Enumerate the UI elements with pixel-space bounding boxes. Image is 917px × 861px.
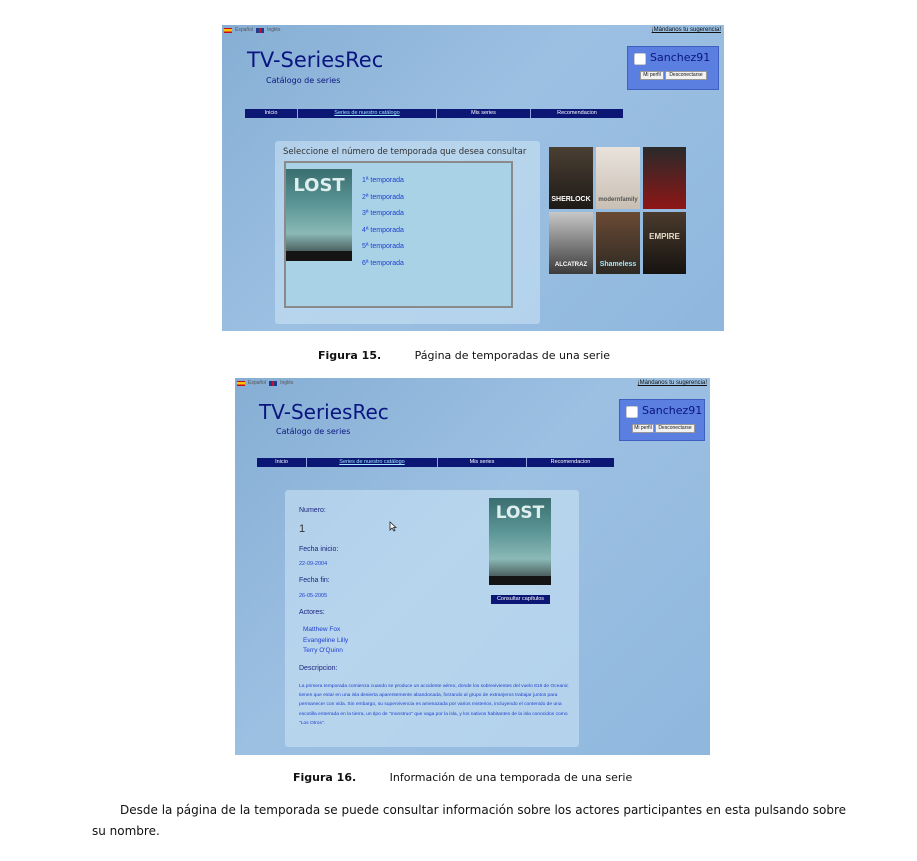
suggestion-link[interactable]: ¡Mándanos tu sugerencia! [638,380,707,386]
body-paragraph: Desde la página de la temporada se puede… [92,803,847,838]
nav-mis-series[interactable]: Mis series [438,458,527,467]
username: Sanchez91 [650,51,711,64]
season-link-1[interactable]: 1ª temporada [362,173,404,190]
main-nav: Inicio Series de nuestro catálogo Mis se… [245,109,623,118]
nav-recomendacion[interactable]: Recomendacion [527,458,614,467]
main-nav: Inicio Series de nuestro catálogo Mis se… [257,458,614,467]
season-list-box: LOST 1ª temporada 2ª temporada 3ª tempor… [284,161,513,308]
site-title[interactable]: TV-SeriesRec [259,400,389,424]
actor-link-2[interactable]: Evangeline Lilly [303,636,348,647]
avatar [626,406,638,418]
suggestion-link[interactable]: ¡Mándanos tu sugerencia! [652,27,721,33]
figure-15-screenshot: Español Inglés ¡Mándanos tu sugerencia! … [222,25,724,331]
consult-chapters-button[interactable]: Consultar capítulos [491,595,550,604]
numero-label: Numero: [299,507,326,514]
avatar [634,53,646,65]
fecha-inicio-value: 22-09-2004 [299,561,328,567]
thumb-boardwalk-empire[interactable]: EMPIRE [643,212,686,274]
logout-button[interactable]: Desconectarse [655,424,695,433]
poster-logo: LOST [293,175,345,196]
nav-catalogo[interactable]: Series de nuestro catálogo [307,458,438,467]
spain-flag-icon[interactable] [237,380,245,386]
site-title[interactable]: TV-SeriesRec [247,48,383,72]
poster-logo: LOST [495,503,545,523]
fecha-fin-label: Fecha fin: [299,577,330,584]
actores-label: Actores: [299,609,325,616]
language-selector: Español Inglés [224,27,280,33]
caption-label: Figura 15. [318,349,382,362]
caption-label: Figura 16. [293,771,357,784]
lang-en-label[interactable]: Inglés [267,27,280,33]
actor-list: Matthew Fox Evangeline Lilly Terry O'Qui… [303,625,348,657]
season-link-3[interactable]: 3ª temporada [362,206,404,223]
caption-text: Información de una temporada de una seri… [389,771,633,784]
season-link-2[interactable]: 2ª temporada [362,190,404,207]
caption-text: Página de temporadas de una serie [414,349,611,362]
lost-poster: LOST [489,498,551,585]
seasons-panel: Seleccione el número de temporada que de… [275,141,540,324]
lost-poster: LOST [286,169,352,261]
actor-link-1[interactable]: Matthew Fox [303,625,348,636]
uk-flag-icon[interactable] [256,27,265,33]
thumb-modern-family[interactable]: modernfamily [596,147,640,209]
numero-value: 1 [299,523,306,535]
thumb-alias[interactable] [643,147,686,209]
thumb-sherlock[interactable]: SHERLOCK [549,147,593,209]
user-box: Sanchez91 Mi perfil Desconectarse [619,399,705,441]
profile-button[interactable]: Mi perfil [640,71,664,80]
thumb-alcatraz[interactable]: ALCATRAZ [549,212,593,274]
fecha-fin-value: 26-05-2005 [299,593,328,599]
figure-16-caption: Figura 16. Información de una temporada … [293,771,632,784]
panel-title: Seleccione el número de temporada que de… [283,147,527,157]
lang-en-label[interactable]: Inglés [280,380,293,386]
lang-es-label[interactable]: Español [248,380,266,386]
spain-flag-icon[interactable] [224,27,232,33]
user-box: Sanchez91 Mi perfil Desconectarse [627,46,719,90]
season-link-5[interactable]: 5ª temporada [362,239,404,256]
season-list: 1ª temporada 2ª temporada 3ª temporada 4… [362,173,404,273]
descripcion-label: Descripcion: [299,665,338,672]
mouse-cursor-icon [389,521,397,532]
username: Sanchez91 [642,404,703,417]
site-subtitle: Catálogo de series [276,427,351,436]
logout-button[interactable]: Desconectarse [665,71,707,80]
figure-15-caption: Figura 15. Página de temporadas de una s… [318,349,610,362]
uk-flag-icon[interactable] [269,380,278,386]
season-link-6[interactable]: 6ª temporada [362,256,404,273]
lang-es-label[interactable]: Español [235,27,253,33]
nav-inicio[interactable]: Inicio [245,109,298,118]
actor-link-3[interactable]: Terry O'Quinn [303,646,348,657]
thumb-shameless[interactable]: Shameless [596,212,640,274]
nav-inicio[interactable]: Inicio [257,458,307,467]
nav-mis-series[interactable]: Mis series [437,109,531,118]
season-detail-panel: Numero: 1 Fecha inicio: 22-09-2004 Fecha… [285,490,579,747]
profile-button[interactable]: Mi perfil [632,424,654,433]
fecha-inicio-label: Fecha inicio: [299,546,339,553]
season-link-4[interactable]: 4ª temporada [362,223,404,240]
nav-recomendacion[interactable]: Recomendacion [531,109,623,118]
site-subtitle: Catálogo de series [266,76,341,85]
figure-16-screenshot: Español Inglés ¡Mándanos tu sugerencia! … [235,378,710,755]
language-selector: Español Inglés [237,380,293,386]
descripcion-text: La primera temporada comienza cuando se … [299,684,569,726]
nav-catalogo[interactable]: Series de nuestro catálogo [298,109,437,118]
